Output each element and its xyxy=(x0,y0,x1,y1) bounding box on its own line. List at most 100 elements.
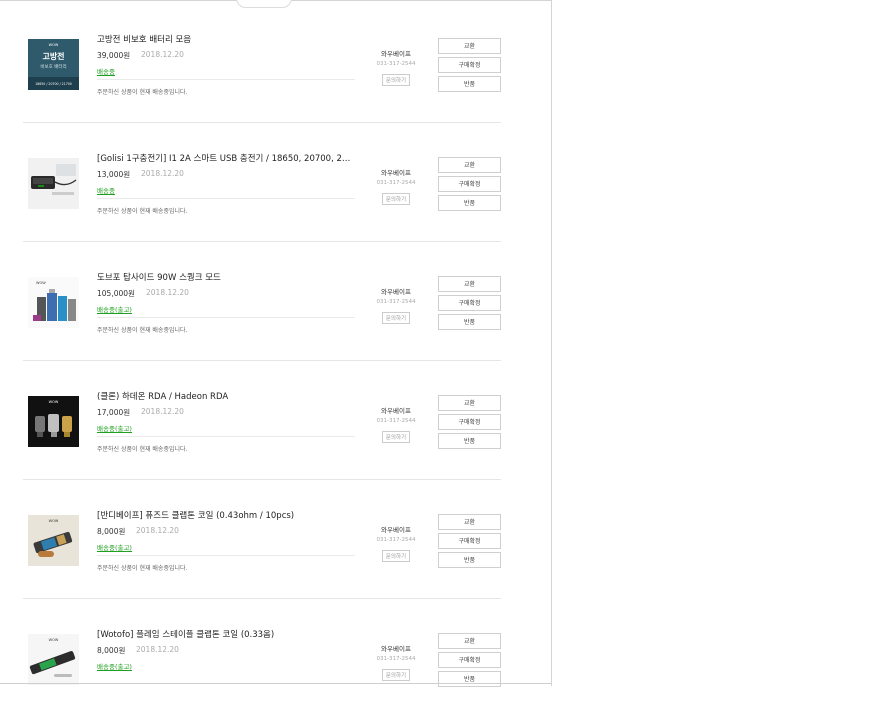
order-date: 2018.12.20 xyxy=(141,407,184,416)
product-thumbnail[interactable] xyxy=(28,158,79,209)
status-message: 주문하신 상품이 현재 배송중입니다. xyxy=(97,327,188,334)
product-name[interactable]: [Golisi 1구충전기] I1 2A 스마트 USB 충전기 / 18650… xyxy=(97,152,359,164)
seller-phone: 031-317-2544 xyxy=(376,418,416,424)
confirm-purchase-button[interactable]: 구매확정 xyxy=(438,57,501,73)
seller-name: 와우베이프 xyxy=(381,407,411,415)
divider xyxy=(97,198,355,199)
seller-name: 와우베이프 xyxy=(381,288,411,296)
order-date: 2018.12.20 xyxy=(141,50,184,59)
product-name[interactable]: [Wotofo] 플레임 스테이플 클랩톤 코일 (0.33옴) xyxy=(97,628,359,640)
exchange-button[interactable]: 교환 xyxy=(438,157,501,173)
svg-text:고방전: 고방전 xyxy=(42,51,64,61)
svg-text:WOW: WOW xyxy=(36,281,46,285)
svg-text:비보호 배터리: 비보호 배터리 xyxy=(40,63,66,70)
seller-name: 와우베이프 xyxy=(381,169,411,177)
seller-name: 와우베이프 xyxy=(381,645,411,653)
exchange-button[interactable]: 교환 xyxy=(438,276,501,292)
seller-phone: 031-317-2544 xyxy=(376,537,416,543)
order-item: WOW [Wotofo] 플레임 스테이플 클랩톤 코일 (0.33옴) 8,0… xyxy=(23,598,501,717)
order-actions: 교환 구매확정 반품 xyxy=(438,276,501,333)
status-message: 주문하신 상품이 현재 배송중입니다. xyxy=(97,565,188,572)
status-message: 주문하신 상품이 현재 배송중입니다. xyxy=(97,208,188,215)
order-item: WOW (클론) 하데온 RDA / Hadeon RDA 17,000원 20… xyxy=(23,360,501,480)
order-actions: 교환 구매확정 반품 xyxy=(438,157,501,214)
seller-phone: 031-317-2544 xyxy=(376,656,416,662)
exchange-button[interactable]: 교환 xyxy=(438,514,501,530)
shipping-status-link[interactable]: 배송중(출고) xyxy=(97,423,132,433)
confirm-purchase-button[interactable]: 구매확정 xyxy=(438,295,501,311)
shipping-status-link[interactable]: 배송중(출고) xyxy=(97,661,132,671)
seller-inquiry-button[interactable]: 문의하기 xyxy=(381,550,411,562)
return-button[interactable]: 반품 xyxy=(438,671,501,687)
seller-name: 와우베이프 xyxy=(381,526,411,534)
seller-inquiry-button[interactable]: 문의하기 xyxy=(381,193,411,205)
return-button[interactable]: 반품 xyxy=(438,433,501,449)
seller-info: 와우베이프 031-317-2544 문의하기 xyxy=(363,286,429,324)
seller-phone: 031-317-2544 xyxy=(376,299,416,305)
seller-inquiry-button[interactable]: 문의하기 xyxy=(381,74,411,86)
svg-text:18650 / 20700 / 21700: 18650 / 20700 / 21700 xyxy=(35,82,72,86)
seller-inquiry-button[interactable]: 문의하기 xyxy=(381,431,411,443)
order-actions: 교환 구매확정 반품 xyxy=(438,514,501,571)
return-button[interactable]: 반품 xyxy=(438,552,501,568)
confirm-purchase-button[interactable]: 구매확정 xyxy=(438,533,501,549)
product-name[interactable]: [반디베이프] 퓨즈드 클랩톤 코일 (0.43ohm / 10pcs) xyxy=(97,509,359,521)
return-button[interactable]: 반품 xyxy=(438,314,501,330)
order-actions: 교환 구매확정 반품 xyxy=(438,395,501,452)
seller-inquiry-button[interactable]: 문의하기 xyxy=(381,669,411,681)
seller-inquiry-button[interactable]: 문의하기 xyxy=(381,312,411,324)
seller-phone: 031-317-2544 xyxy=(376,61,416,67)
order-date: 2018.12.20 xyxy=(136,526,179,535)
product-price: 105,000원 xyxy=(97,289,135,298)
exchange-button[interactable]: 교환 xyxy=(438,395,501,411)
order-actions: 교환 구매확정 반품 xyxy=(438,633,501,690)
divider xyxy=(97,317,355,318)
seller-info: 와우베이프 031-317-2544 문의하기 xyxy=(363,643,429,681)
product-price: 8,000원 xyxy=(97,646,126,655)
divider xyxy=(97,79,355,80)
svg-text:WOW: WOW xyxy=(49,638,59,642)
product-name[interactable]: 도브포 탑사이드 90W 스퀑크 모드 xyxy=(97,271,359,283)
product-name[interactable]: (클론) 하데온 RDA / Hadeon RDA xyxy=(97,390,359,402)
product-thumbnail[interactable]: WOW xyxy=(28,396,79,447)
order-date: 2018.12.20 xyxy=(146,288,189,297)
seller-info: 와우베이프 031-317-2544 문의하기 xyxy=(363,405,429,443)
product-thumbnail[interactable]: WOW xyxy=(28,277,79,328)
seller-info: 와우베이프 031-317-2544 문의하기 xyxy=(363,524,429,562)
return-button[interactable]: 반품 xyxy=(438,195,501,211)
product-name[interactable]: 고방전 비보호 배터리 모음 xyxy=(97,33,359,45)
status-message: 주문하신 상품이 현재 배송중입니다. xyxy=(97,446,188,453)
product-thumbnail[interactable]: WOW 고방전 비보호 배터리 18650 / 20700 / 21700 xyxy=(28,39,79,90)
product-price: 8,000원 xyxy=(97,527,126,536)
panel-bottom-edge xyxy=(0,683,552,684)
svg-text:WOW: WOW xyxy=(49,43,59,47)
product-thumbnail[interactable]: WOW xyxy=(28,634,79,685)
product-price: 13,000원 xyxy=(97,170,131,179)
shipping-status-link[interactable]: 배송중 xyxy=(97,185,115,195)
divider xyxy=(97,555,355,556)
product-price: 17,000원 xyxy=(97,408,131,417)
divider xyxy=(97,436,355,437)
order-item: WOW [반디베이프] 퓨즈드 클랩톤 코일 (0.43ohm / 10pcs)… xyxy=(23,479,501,599)
product-price: 39,000원 xyxy=(97,51,131,60)
product-thumbnail[interactable]: WOW xyxy=(28,515,79,566)
seller-info: 와우베이프 031-317-2544 문의하기 xyxy=(363,48,429,86)
order-date: 2018.12.20 xyxy=(136,645,179,654)
order-date: 2018.12.20 xyxy=(141,169,184,178)
confirm-purchase-button[interactable]: 구매확정 xyxy=(438,176,501,192)
return-button[interactable]: 반품 xyxy=(438,76,501,92)
order-item: WOW 도브포 탑사이드 90W 스퀑크 모드 105,000원 2018.12… xyxy=(23,241,501,361)
svg-text:WOW: WOW xyxy=(49,400,59,404)
exchange-button[interactable]: 교환 xyxy=(438,633,501,649)
shipping-status-link[interactable]: 배송중(출고) xyxy=(97,542,132,552)
confirm-purchase-button[interactable]: 구매확정 xyxy=(438,652,501,668)
exchange-button[interactable]: 교환 xyxy=(438,38,501,54)
shipping-status-link[interactable]: 배송중 xyxy=(97,66,115,76)
seller-phone: 031-317-2544 xyxy=(376,180,416,186)
confirm-purchase-button[interactable]: 구매확정 xyxy=(438,414,501,430)
shipping-status-link[interactable]: 배송중(출고) xyxy=(97,304,132,314)
svg-text:WOW: WOW xyxy=(49,519,59,523)
order-item: [Golisi 1구충전기] I1 2A 스마트 USB 충전기 / 18650… xyxy=(23,122,501,242)
order-actions: 교환 구매확정 반품 xyxy=(438,38,501,95)
seller-name: 와우베이프 xyxy=(381,50,411,58)
